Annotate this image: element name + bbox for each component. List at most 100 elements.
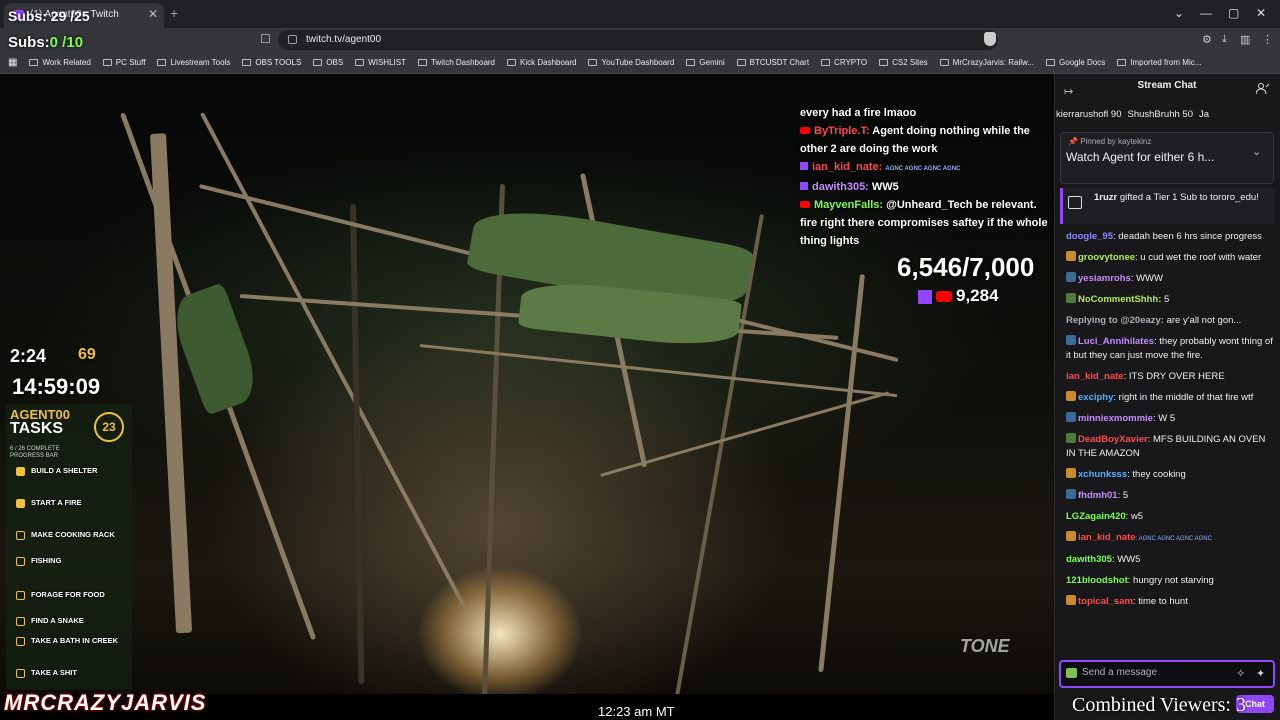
overlay-chat-user: MayvenFalls: bbox=[814, 199, 887, 211]
chevron-down-icon[interactable]: ⌄ bbox=[1174, 6, 1184, 20]
user-badge-icon bbox=[1066, 433, 1076, 443]
subs2-label: Subs: bbox=[8, 34, 50, 51]
folder-icon bbox=[417, 59, 427, 66]
chat-username[interactable]: ian_kid_nate bbox=[1066, 371, 1124, 382]
chat-message: DeadBoyXavier: MFS BUILDING AN OVEN IN T… bbox=[1066, 433, 1274, 461]
bookmark-item[interactable]: Work Related bbox=[29, 58, 91, 67]
bookmark-label: Gemini bbox=[699, 58, 725, 67]
chat-username[interactable]: exciphy bbox=[1078, 392, 1113, 403]
bookmark-item[interactable]: Kick Dashboard bbox=[507, 58, 576, 67]
youtube-icon bbox=[800, 201, 810, 208]
user-badge-icon bbox=[1066, 489, 1076, 499]
subs2-value: 0 /10 bbox=[49, 34, 84, 51]
chat-username[interactable]: topical_sam bbox=[1078, 596, 1133, 607]
chat-username[interactable]: NoCommentShhh: bbox=[1078, 294, 1161, 305]
chat-message: NoCommentShhh: 5 bbox=[1066, 293, 1274, 307]
user-badge-icon bbox=[1066, 595, 1076, 605]
chat-username[interactable]: groovytonee bbox=[1078, 252, 1135, 263]
chat-username[interactable]: dawith305 bbox=[1066, 554, 1112, 565]
overlay-chat-text: WW5 bbox=[871, 181, 899, 193]
chat-username[interactable]: Luci_Annihilates bbox=[1078, 336, 1154, 347]
bookmark-label: MrCrazyJarvis: Railw... bbox=[952, 58, 1035, 67]
menu-icon[interactable]: ⋮ bbox=[1262, 33, 1273, 46]
minimize-button[interactable]: — bbox=[1200, 6, 1212, 20]
folder-icon bbox=[879, 59, 889, 66]
chat-username[interactable]: DeadBoyXavier bbox=[1078, 434, 1148, 445]
bookmark-item[interactable]: CS2 Sites bbox=[879, 58, 928, 67]
folder-icon bbox=[102, 59, 112, 66]
emote-icon[interactable]: ✧ bbox=[1236, 667, 1245, 680]
extensions-icon[interactable]: ⚙ bbox=[1202, 33, 1212, 46]
bookmark-item[interactable]: YouTube Dashboard bbox=[588, 58, 674, 67]
bookmark-item[interactable]: Livestream Tools bbox=[157, 58, 230, 67]
bookmark-item[interactable]: MrCrazyJarvis: Railw... bbox=[939, 58, 1035, 67]
url-text: twitch.tv/agent00 bbox=[306, 34, 382, 45]
timer-small: 69 bbox=[78, 346, 96, 363]
chat-username[interactable]: minniexmommie bbox=[1078, 413, 1153, 424]
task-item: START A FIRE bbox=[31, 498, 82, 507]
chat-message: dawith305: WW5 bbox=[1066, 553, 1274, 567]
chat-username[interactable]: yesiamrohs bbox=[1078, 273, 1131, 284]
chat-username[interactable]: Replying to @20eazy: bbox=[1066, 315, 1164, 326]
task-check-icon bbox=[16, 557, 25, 566]
bookmark-label: BTCUSDT Chart bbox=[749, 58, 810, 67]
task-item: TAKE A BATH IN CREEK bbox=[31, 636, 119, 645]
leaderboard-entry[interactable]: kierrarushofl 90 bbox=[1056, 109, 1121, 120]
youtube-icon bbox=[936, 291, 952, 303]
overlay-chat-text: AGNC AGNC AGNC AGNC bbox=[885, 166, 961, 172]
folder-icon bbox=[588, 59, 598, 66]
task-counter-badge: 23 bbox=[94, 412, 124, 442]
download-icon[interactable]: ⤓ bbox=[1222, 33, 1227, 46]
sidebar-icon[interactable]: ▥ bbox=[1240, 33, 1250, 46]
overlay-chat-line: MayvenFalls: @Unheard_Tech be relevant. … bbox=[800, 196, 1050, 250]
url-field[interactable]: twitch.tv/agent00 bbox=[278, 30, 998, 50]
chat-username[interactable]: xchunksss bbox=[1078, 469, 1127, 480]
bookmark-item[interactable]: Gemini bbox=[686, 58, 725, 67]
bookmark-star-icon[interactable]: ☐ bbox=[260, 32, 271, 46]
bookmark-item[interactable]: OBS TOOLS bbox=[242, 58, 301, 67]
chevron-down-icon[interactable]: ⌄ bbox=[1252, 145, 1261, 158]
pinned-by-text: Pinned by kaytekinz bbox=[1080, 137, 1152, 146]
bookmark-item[interactable]: BTCUSDT Chart bbox=[736, 58, 810, 67]
chat-username[interactable]: LGZagain420 bbox=[1066, 511, 1126, 522]
task-check-icon bbox=[16, 669, 25, 678]
leaderboard-entry[interactable]: ShushBruhh 50 bbox=[1127, 109, 1193, 120]
chat-username[interactable]: doogle_95 bbox=[1066, 231, 1113, 242]
chat-username[interactable]: 121bloodshot bbox=[1066, 575, 1128, 586]
bookmark-item[interactable]: PC Stuff bbox=[102, 58, 145, 67]
goal-subcounter: 9,284 bbox=[918, 286, 999, 306]
folder-icon bbox=[507, 59, 516, 66]
magic-icon[interactable]: ✦ bbox=[1256, 667, 1265, 680]
chat-username[interactable]: fhdmh01 bbox=[1078, 490, 1118, 501]
new-tab-button[interactable]: + bbox=[170, 5, 178, 21]
bookmark-item[interactable]: CRYPTO bbox=[821, 58, 867, 67]
close-tab-icon[interactable]: ✕ bbox=[148, 7, 158, 21]
bookmark-item[interactable]: Imported from Mic... bbox=[1117, 58, 1201, 67]
bookmark-item[interactable]: OBS bbox=[313, 58, 343, 67]
chat-message: minniexmommie: W 5 bbox=[1066, 412, 1274, 426]
user-badge-icon bbox=[1066, 531, 1076, 541]
overlay-chat-line: ian_kid_nate: AGNC AGNC AGNC AGNC bbox=[800, 158, 1050, 178]
shield-icon[interactable] bbox=[984, 32, 996, 46]
chat-text: : 5 bbox=[1117, 490, 1129, 501]
users-icon[interactable] bbox=[1256, 83, 1270, 95]
chat-username[interactable]: ian_kid_nate bbox=[1078, 532, 1136, 543]
bookmark-label: CS2 Sites bbox=[892, 58, 928, 67]
combined-viewers: Combined Viewers: 3 bbox=[1072, 694, 1246, 716]
bookmark-item[interactable]: Google Docs bbox=[1046, 58, 1105, 67]
user-badge-icon bbox=[1066, 335, 1076, 345]
bookmark-item[interactable]: WISHLIST bbox=[355, 58, 406, 67]
pinned-text: Watch Agent for either 6 h... bbox=[1066, 150, 1215, 164]
chat-title: Stream Chat bbox=[1137, 80, 1197, 91]
leaderboard-entry[interactable]: Ja bbox=[1199, 109, 1209, 120]
task-progress-label: PROGRESS BAR bbox=[10, 453, 59, 459]
apps-grid-icon[interactable]: ▦ bbox=[8, 57, 17, 68]
local-time: 12:23 am MT bbox=[598, 704, 675, 719]
chat-message: 121bloodshot: hungry not starving bbox=[1066, 574, 1274, 588]
folder-icon bbox=[313, 59, 323, 66]
chat-text: : they cooking bbox=[1127, 469, 1186, 480]
close-window-button[interactable]: ✕ bbox=[1256, 6, 1266, 20]
bookmark-item[interactable]: Twitch Dashboard bbox=[417, 58, 495, 67]
maximize-button[interactable]: ▢ bbox=[1228, 6, 1239, 20]
chat-message: xchunksss: they cooking bbox=[1066, 468, 1274, 482]
